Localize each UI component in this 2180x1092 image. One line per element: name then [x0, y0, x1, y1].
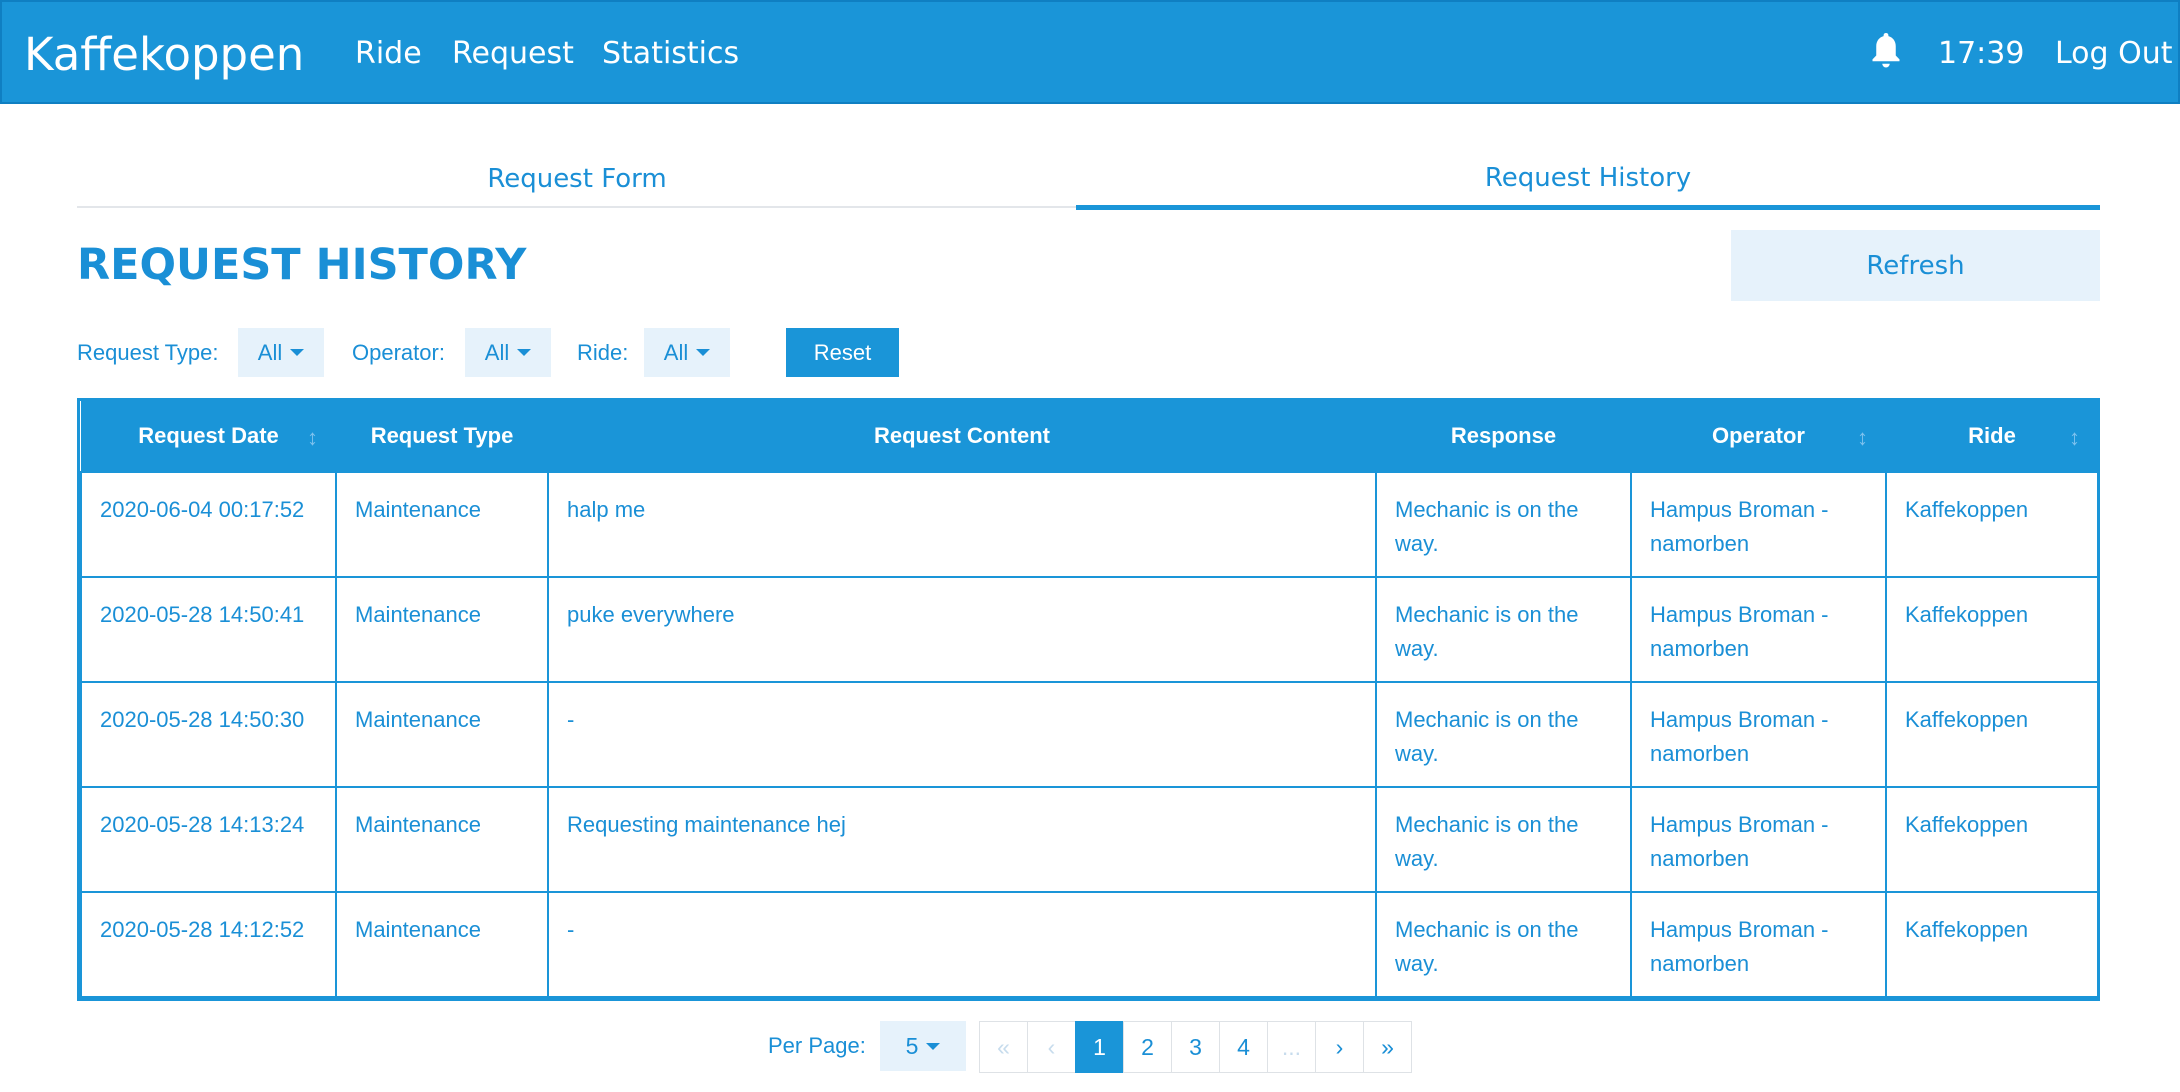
- caret-down-icon: [696, 349, 711, 356]
- cell-request-type: Maintenance: [335, 681, 549, 788]
- page-button-2[interactable]: 2: [1123, 1021, 1172, 1073]
- cell-response: Mechanic is on the way.: [1375, 786, 1632, 893]
- cell-operator: Hampus Broman - namorben: [1630, 786, 1887, 893]
- cell-request-date: 2020-05-28 14:13:24: [80, 786, 337, 893]
- request-type-label: Request Type:: [77, 340, 219, 365]
- header-request-content: Request Content: [548, 401, 1376, 472]
- per-page-label: Per Page:: [768, 1033, 866, 1058]
- page-button-4[interactable]: 4: [1219, 1021, 1268, 1073]
- caret-down-icon: [290, 349, 305, 356]
- reset-button[interactable]: Reset: [786, 328, 899, 377]
- cell-request-date: 2020-05-28 14:12:52: [80, 891, 337, 998]
- operator-dropdown[interactable]: All: [465, 328, 551, 377]
- ride-label: Ride:: [577, 340, 629, 365]
- cell-request-type: Maintenance: [335, 576, 549, 683]
- table-row: 2020-06-04 00:17:52 Maintenance halp me …: [80, 471, 2099, 578]
- ride-value: All: [663, 339, 689, 365]
- refresh-button[interactable]: Refresh: [1731, 230, 2100, 301]
- per-page-dropdown[interactable]: 5: [880, 1021, 966, 1071]
- table-header-row: Request Date ↕ Request Type Request Conte…: [81, 401, 2098, 472]
- bell-icon[interactable]: [1868, 30, 1904, 72]
- cell-response: Mechanic is on the way.: [1375, 576, 1632, 683]
- caret-down-icon: [926, 1042, 941, 1050]
- operator-value: All: [484, 339, 510, 365]
- cell-request-content: halp me: [547, 471, 1377, 578]
- cell-request-type: Maintenance: [335, 786, 549, 893]
- cell-request-date: 2020-05-28 14:50:41: [80, 576, 337, 683]
- cell-request-date: 2020-05-28 14:50:30: [80, 681, 337, 788]
- tab-request-history[interactable]: Request History: [1076, 150, 2100, 210]
- page-button-3[interactable]: 3: [1171, 1021, 1220, 1073]
- last-page-button[interactable]: »: [1363, 1021, 1412, 1073]
- cell-ride: Kaffekoppen: [1885, 891, 2099, 998]
- page-title: REQUEST HISTORY: [77, 240, 527, 290]
- sort-icon[interactable]: ↕: [1857, 425, 1868, 451]
- per-page-value: 5: [905, 1032, 919, 1059]
- cell-response: Mechanic is on the way.: [1375, 891, 1632, 998]
- sort-icon[interactable]: ↕: [2069, 425, 2080, 451]
- header-request-type: Request Type: [336, 401, 548, 472]
- cell-response: Mechanic is on the way.: [1375, 681, 1632, 788]
- table-row: 2020-05-28 14:50:30 Maintenance - Mechan…: [80, 681, 2099, 788]
- cell-operator: Hampus Broman - namorben: [1630, 471, 1887, 578]
- next-page-button[interactable]: ›: [1315, 1021, 1364, 1073]
- clock-time: 17:39: [1938, 36, 2025, 71]
- caret-down-icon: [517, 349, 532, 356]
- cell-request-content: -: [547, 891, 1377, 998]
- table-row: 2020-05-28 14:13:24 Maintenance Requesti…: [80, 786, 2099, 893]
- first-page-button[interactable]: «: [979, 1021, 1028, 1073]
- header-ride[interactable]: Ride ↕: [1886, 401, 2098, 472]
- prev-page-button[interactable]: ‹: [1027, 1021, 1076, 1073]
- operator-label: Operator:: [352, 340, 445, 365]
- cell-operator: Hampus Broman - namorben: [1630, 576, 1887, 683]
- tab-request-form[interactable]: Request Form: [77, 150, 1077, 208]
- cell-request-content: puke everywhere: [547, 576, 1377, 683]
- ride-dropdown[interactable]: All: [644, 328, 730, 377]
- header-request-date[interactable]: Request Date ↕: [81, 401, 336, 472]
- nav-link-ride[interactable]: Ride: [355, 36, 422, 71]
- pagination: « ‹ 1 2 3 4 ... › »: [979, 1021, 1412, 1073]
- table-row: 2020-05-28 14:50:41 Maintenance puke eve…: [80, 576, 2099, 683]
- header-operator[interactable]: Operator ↕: [1631, 401, 1886, 472]
- cell-ride: Kaffekoppen: [1885, 681, 2099, 788]
- cell-ride: Kaffekoppen: [1885, 576, 2099, 683]
- cell-operator: Hampus Broman - namorben: [1630, 681, 1887, 788]
- cell-request-content: -: [547, 681, 1377, 788]
- cell-request-content: Requesting maintenance hej: [547, 786, 1377, 893]
- table-row: 2020-05-28 14:12:52 Maintenance - Mechan…: [80, 891, 2099, 998]
- cell-request-type: Maintenance: [335, 891, 549, 998]
- cell-request-date: 2020-06-04 00:17:52: [80, 471, 337, 578]
- header-response: Response: [1376, 401, 1631, 472]
- top-navbar: Kaffekoppen Ride Request Statistics 17:3…: [0, 0, 2180, 104]
- request-history-table: Request Date ↕ Request Type Request Conte…: [77, 398, 2100, 1001]
- request-type-value: All: [257, 339, 283, 365]
- tab-bar: Request Form Request History: [77, 150, 2100, 210]
- cell-request-type: Maintenance: [335, 471, 549, 578]
- cell-ride: Kaffekoppen: [1885, 471, 2099, 578]
- pagination-ellipsis: ...: [1267, 1021, 1316, 1073]
- cell-operator: Hampus Broman - namorben: [1630, 891, 1887, 998]
- request-type-dropdown[interactable]: All: [238, 328, 324, 377]
- nav-link-request[interactable]: Request: [452, 36, 574, 71]
- logout-link[interactable]: Log Out: [2055, 36, 2173, 71]
- brand-logo[interactable]: Kaffekoppen: [24, 28, 304, 81]
- cell-response: Mechanic is on the way.: [1375, 471, 1632, 578]
- sort-icon[interactable]: ↕: [307, 425, 318, 451]
- page-button-1[interactable]: 1: [1075, 1021, 1124, 1073]
- nav-link-statistics[interactable]: Statistics: [602, 36, 739, 71]
- cell-ride: Kaffekoppen: [1885, 786, 2099, 893]
